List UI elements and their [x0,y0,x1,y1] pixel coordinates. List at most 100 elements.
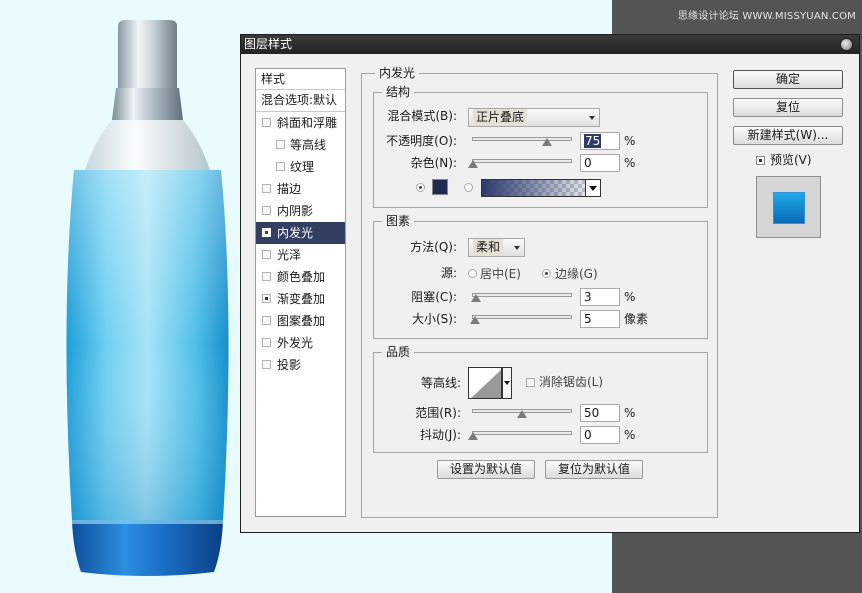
choke-input[interactable]: 3 [580,288,620,306]
blend-options-item[interactable]: 混合选项:默认 [256,90,345,112]
style-item[interactable]: 外发光 [256,332,345,354]
gradient-picker[interactable] [481,179,601,197]
preview-label[interactable]: 预览(V) [770,152,812,168]
reset-default-button[interactable]: 复位为默认值 [545,460,643,479]
style-item[interactable]: 纹理 [256,156,345,178]
jitter-label: 抖动(J): [420,428,461,442]
size-slider-thumb[interactable] [469,316,480,324]
range-label: 范围(R): [415,406,461,420]
source-label: 源: [440,266,457,280]
range-unit: % [624,406,636,420]
size-slider[interactable] [469,315,572,324]
style-item[interactable]: 斜面和浮雕 [256,112,345,134]
choke-slider-thumb[interactable] [470,294,481,302]
chevron-down-icon[interactable] [585,179,601,197]
opacity-slider[interactable] [472,137,572,146]
style-item-checkbox[interactable] [262,184,271,193]
style-item-label: 内阴影 [277,204,314,218]
style-list-header[interactable]: 样式 [256,69,345,90]
style-item-label: 颜色叠加 [277,270,326,284]
style-item-checkbox[interactable] [262,338,271,347]
style-item-checkbox[interactable] [262,272,271,281]
style-item-checkbox[interactable] [262,250,271,259]
style-item-checkbox[interactable] [262,228,271,237]
jitter-unit: % [624,428,636,442]
style-item-label: 等高线 [290,138,327,152]
new-style-button[interactable]: 新建样式(W)... [733,126,843,145]
style-item-label: 图案叠加 [277,314,326,328]
dialog-titlebar[interactable]: 图层样式 [241,35,859,54]
elements-title: 图素 [382,214,415,228]
blend-mode-dropdown[interactable]: 正片叠底 [468,108,600,127]
contour-curve-icon [471,369,501,398]
preview-checkbox[interactable] [756,156,765,165]
structure-title: 结构 [382,85,415,99]
style-item-checkbox[interactable] [276,140,285,149]
style-item-label: 渐变叠加 [277,292,326,306]
style-item-checkbox[interactable] [262,294,271,303]
close-icon[interactable] [840,38,853,51]
style-item-checkbox[interactable] [262,316,271,325]
blend-mode-value: 正片叠底 [473,109,528,126]
style-item-checkbox[interactable] [262,206,271,215]
set-default-button[interactable]: 设置为默认值 [437,460,535,479]
style-item[interactable]: 渐变叠加 [256,288,345,310]
style-item[interactable]: 图案叠加 [256,310,345,332]
jitter-slider-thumb[interactable] [468,432,478,440]
choke-unit: % [624,290,636,304]
noise-label: 杂色(N): [410,156,457,170]
style-item-label: 描边 [277,182,302,196]
range-slider[interactable] [472,409,572,418]
style-item[interactable]: 内阴影 [256,200,345,222]
style-item[interactable]: 内发光 [256,222,345,244]
bottle-illustration [66,20,229,576]
style-item-checkbox[interactable] [276,162,285,171]
opacity-input[interactable]: 75 [580,132,620,150]
ok-button[interactable]: 确定 [733,70,843,89]
chevron-down-icon[interactable] [502,367,512,399]
source-edge-label[interactable]: 边缘(G) [555,267,598,281]
size-input[interactable]: 5 [580,310,620,328]
noise-slider-thumb[interactable] [468,160,478,168]
color-radio[interactable] [416,183,425,192]
style-item-checkbox[interactable] [262,118,271,127]
layer-style-dialog: 图层样式 样式 混合选项:默认 斜面和浮雕 等高线 纹理 描边 内阴影 内发光 光泽 颜色叠加… [240,34,860,533]
choke-slider[interactable] [470,293,572,302]
reset-button[interactable]: 复位 [733,98,843,117]
opacity-slider-thumb[interactable] [541,138,552,146]
style-item[interactable]: 投影 [256,354,345,376]
watermark: 思缘设计论坛 WWW.MISSYUAN.COM [677,11,856,22]
opacity-label: 不透明度(O): [386,134,457,148]
inner-glow-panel: 内发光 结构 混合模式(B): 正片叠底 不透明度(O): 75 % 杂色(N)… [361,66,718,518]
style-item[interactable]: 等高线 [256,134,345,156]
chevron-down-icon [589,116,595,120]
structure-group: 结构 混合模式(B): 正片叠底 不透明度(O): 75 % 杂色(N): 0 … [373,85,708,208]
jitter-slider[interactable] [468,431,572,440]
blend-mode-label: 混合模式(B): [387,109,457,123]
anti-alias-label[interactable]: 消除锯齿(L) [539,375,603,389]
source-edge-radio[interactable] [542,269,551,278]
source-center-radio[interactable] [468,269,477,278]
style-item[interactable]: 描边 [256,178,345,200]
preview-swatch [773,192,805,224]
gradient-radio[interactable] [464,183,473,192]
method-dropdown[interactable]: 柔和 [468,238,525,257]
size-label: 大小(S): [411,312,457,326]
anti-alias-checkbox[interactable] [526,378,535,387]
source-center-label[interactable]: 居中(E) [480,267,521,281]
noise-input[interactable]: 0 [580,154,620,172]
style-item-label: 内发光 [277,226,314,240]
panel-title: 内发光 [375,66,420,80]
noise-slider[interactable] [468,159,572,168]
jitter-input[interactable]: 0 [580,426,620,444]
style-item[interactable]: 颜色叠加 [256,266,345,288]
choke-label: 阻塞(C): [411,290,457,304]
range-slider-thumb[interactable] [517,410,527,418]
style-item-checkbox[interactable] [262,360,271,369]
size-unit: 像素 [624,312,649,326]
style-item[interactable]: 光泽 [256,244,345,266]
contour-preview[interactable] [468,367,502,399]
glow-color-swatch[interactable] [432,179,448,195]
range-input[interactable]: 50 [580,404,620,422]
noise-unit: % [624,156,636,170]
